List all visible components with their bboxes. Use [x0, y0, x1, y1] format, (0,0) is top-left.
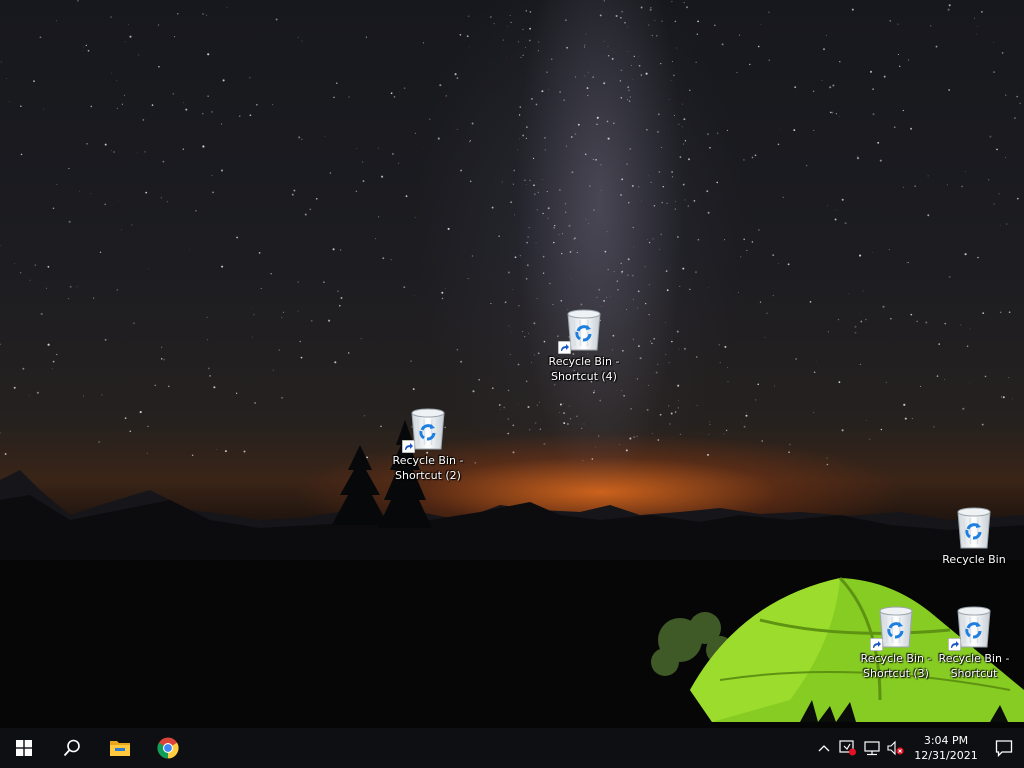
recycle-bin-icon: [562, 306, 606, 352]
icon-label: Recycle Bin - Shortcut (4): [548, 355, 620, 383]
system-tray: 3:04 PM 12/31/2021: [812, 728, 1024, 768]
icon-label: Recycle Bin - Shortcut (2): [392, 454, 464, 482]
file-explorer-button[interactable]: [96, 728, 144, 768]
windows-logo-icon: [16, 740, 32, 756]
shortcut-arrow-icon: [870, 638, 883, 651]
recycle-bin[interactable]: Recycle Bin: [936, 504, 1012, 567]
recycle-bin-icon: [406, 405, 450, 451]
search-button[interactable]: [48, 728, 96, 768]
search-icon: [63, 739, 80, 757]
file-explorer-icon: [110, 741, 130, 756]
clock-date: 12/31/2021: [914, 749, 978, 762]
shortcut-arrow-icon: [948, 638, 961, 651]
recycle-bin-icon: [952, 603, 996, 649]
show-hidden-icons-button[interactable]: [812, 728, 836, 768]
action-center-button[interactable]: [984, 728, 1024, 768]
volume-tray-button[interactable]: [884, 728, 908, 768]
icon-label: Recycle Bin - Shortcut (3): [860, 652, 932, 680]
recycle-bin-shortcut-4[interactable]: Recycle Bin - Shortcut (4): [546, 306, 622, 384]
security-tray-button[interactable]: [836, 728, 860, 768]
chevron-up-icon: [818, 745, 830, 752]
recycle-bin-shortcut[interactable]: Recycle Bin - Shortcut: [936, 603, 1012, 681]
taskbar: 3:04 PM 12/31/2021: [0, 728, 1024, 768]
volume-muted-icon: [887, 740, 904, 756]
recycle-bin-icon: [952, 504, 996, 550]
security-alert-icon: [839, 740, 856, 756]
recycle-bin-shortcut-2[interactable]: Recycle Bin - Shortcut (2): [390, 405, 466, 483]
clock[interactable]: 3:04 PM 12/31/2021: [908, 728, 984, 768]
recycle-bin-shortcut-3[interactable]: Recycle Bin - Shortcut (3): [858, 603, 934, 681]
network-icon: [864, 741, 880, 756]
chrome-button[interactable]: [144, 728, 192, 768]
shortcut-arrow-icon: [402, 440, 415, 453]
start-button[interactable]: [0, 728, 48, 768]
shortcut-arrow-icon: [558, 341, 571, 354]
network-tray-button[interactable]: [860, 728, 884, 768]
action-center-icon: [995, 740, 1013, 757]
chrome-icon: [157, 737, 179, 759]
icon-label: Recycle Bin - Shortcut: [938, 652, 1010, 680]
clock-time: 3:04 PM: [923, 734, 969, 747]
icon-label: Recycle Bin: [942, 553, 1006, 566]
recycle-bin-icon: [874, 603, 918, 649]
